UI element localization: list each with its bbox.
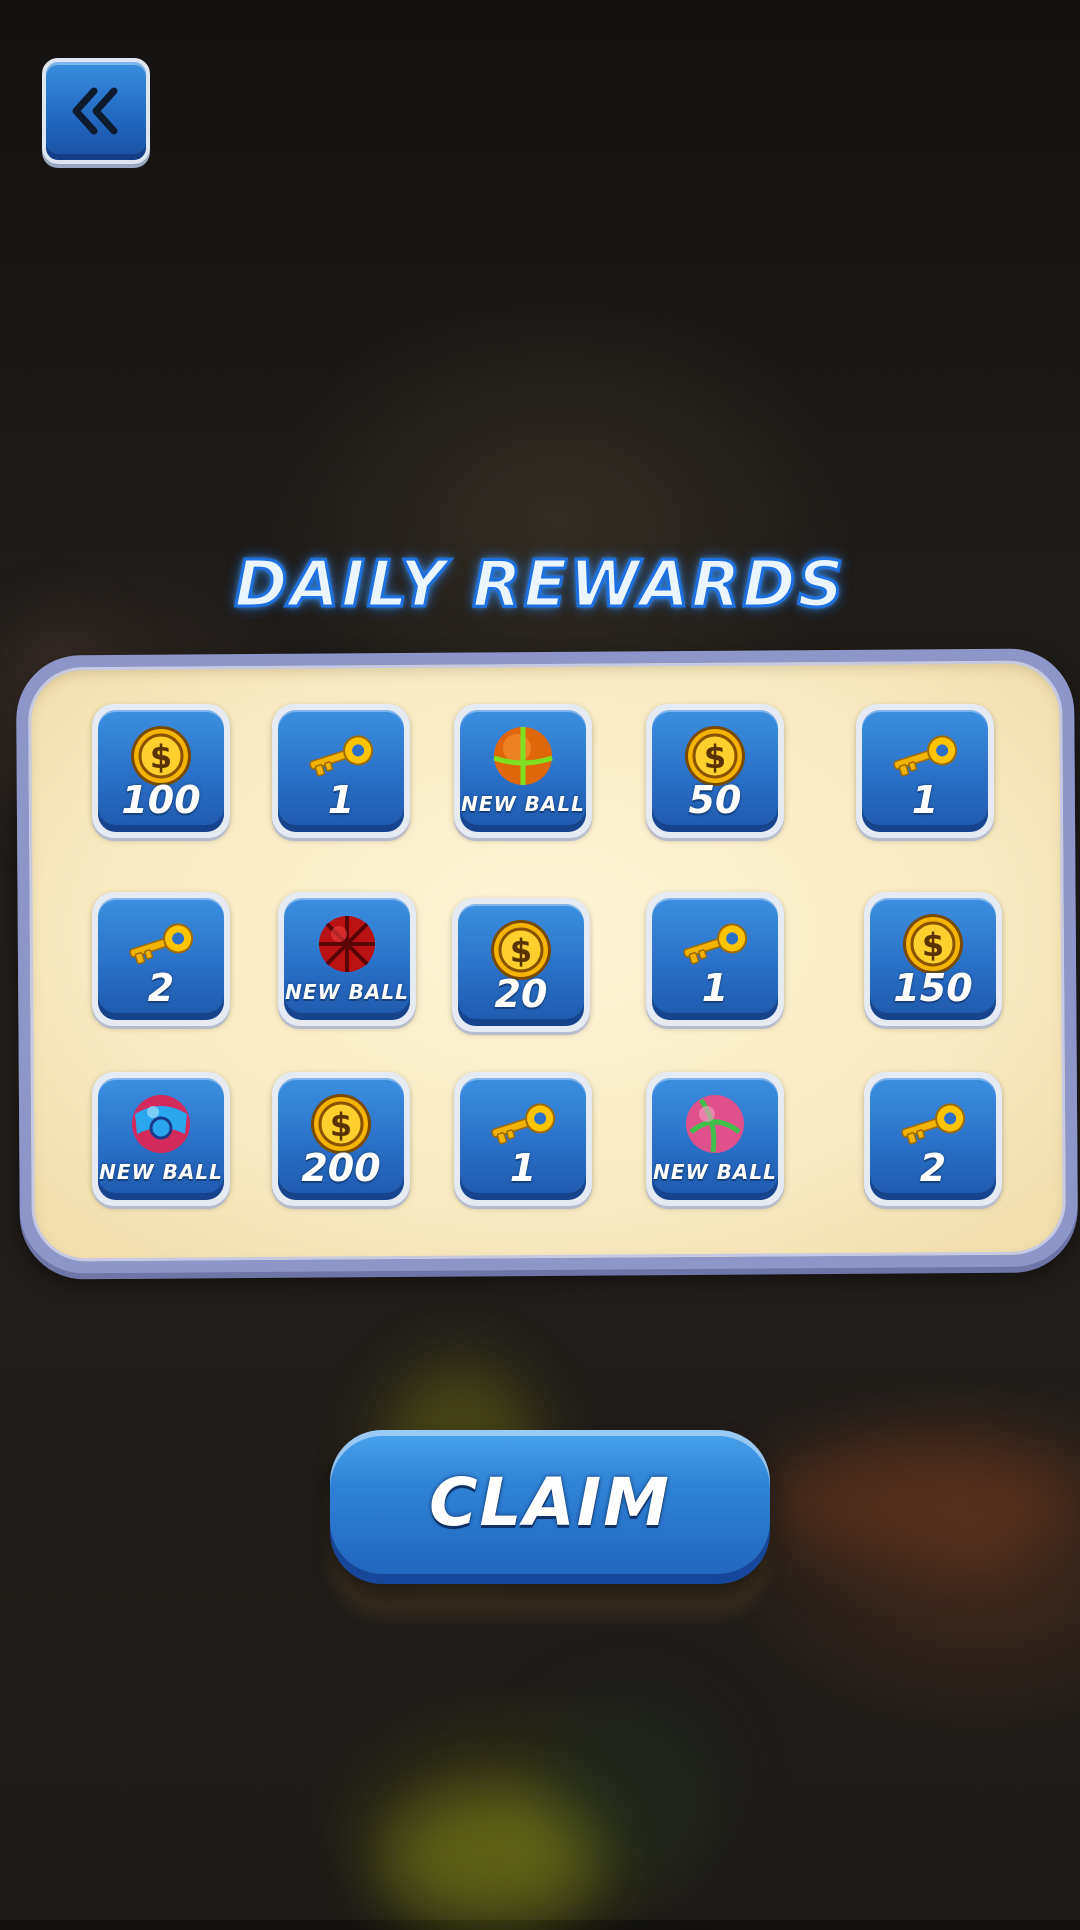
reward-label: NEW BALL [99, 1160, 223, 1184]
ball-blue-icon [98, 1090, 224, 1158]
reward-tile-face: $150 [870, 898, 996, 1020]
background-blob [760, 1440, 1080, 1560]
reward-tile[interactable]: $200 [272, 1072, 410, 1206]
reward-tile-face: NEW BALL [652, 1078, 778, 1200]
svg-text:$: $ [330, 1106, 352, 1144]
reward-label: 1 [911, 778, 939, 822]
reward-label: 100 [121, 778, 201, 822]
reward-tile-face: 1 [278, 710, 404, 832]
reward-label: 150 [893, 966, 973, 1010]
reward-tile[interactable]: NEW BALL [646, 1072, 784, 1206]
reward-tile-face: 1 [652, 898, 778, 1020]
svg-text:$: $ [150, 738, 172, 776]
claim-button[interactable]: CLAIM [330, 1430, 770, 1574]
reward-tile[interactable]: $50 [646, 704, 784, 838]
reward-label: 50 [688, 778, 742, 822]
reward-tile[interactable]: 1 [272, 704, 410, 838]
ball-orange-icon [460, 722, 586, 790]
reward-label: 1 [509, 1146, 537, 1190]
svg-text:$: $ [704, 738, 726, 776]
reward-tile[interactable]: NEW BALL [278, 892, 416, 1026]
reward-label: 2 [147, 966, 175, 1010]
background-blob [380, 1790, 600, 1930]
page-title: DAILY REWARDS [233, 547, 846, 624]
reward-tile[interactable]: NEW BALL [92, 1072, 230, 1206]
reward-tile-face: NEW BALL [284, 898, 410, 1020]
double-chevron-left-icon [72, 87, 118, 135]
reward-tile-face: NEW BALL [98, 1078, 224, 1200]
reward-label: 20 [494, 972, 548, 1016]
reward-tile[interactable]: $150 [864, 892, 1002, 1026]
reward-tile[interactable]: NEW BALL [454, 704, 592, 838]
reward-label: 1 [327, 778, 355, 822]
reward-label: 1 [701, 966, 729, 1010]
reward-tile[interactable]: 1 [856, 704, 994, 838]
reward-label: NEW BALL [653, 1160, 777, 1184]
reward-tile-face: $200 [278, 1078, 404, 1200]
reward-label: 2 [919, 1146, 947, 1190]
reward-tile[interactable]: 1 [646, 892, 784, 1026]
reward-tile-face: $50 [652, 710, 778, 832]
reward-tile-face: NEW BALL [460, 710, 586, 832]
reward-label: 200 [301, 1146, 381, 1190]
reward-label: NEW BALL [285, 980, 409, 1004]
reward-tile-face: 1 [862, 710, 988, 832]
reward-tile[interactable]: 2 [92, 892, 230, 1026]
reward-label: NEW BALL [461, 792, 585, 816]
reward-tile[interactable]: 2 [864, 1072, 1002, 1206]
reward-tile-face: 2 [870, 1078, 996, 1200]
reward-tile-face: 1 [460, 1078, 586, 1200]
back-button[interactable] [42, 58, 150, 164]
reward-tile[interactable]: $20 [452, 898, 590, 1032]
svg-text:$: $ [510, 932, 532, 970]
svg-text:$: $ [922, 926, 944, 964]
reward-tile[interactable]: $100 [92, 704, 230, 838]
reward-tile-face: $100 [98, 710, 224, 832]
ball-pink-icon [652, 1090, 778, 1158]
reward-tile[interactable]: 1 [454, 1072, 592, 1206]
ball-red-icon [284, 910, 410, 978]
reward-tile-face: $20 [458, 904, 584, 1026]
claim-button-label: CLAIM [429, 1463, 671, 1541]
reward-tile-face: 2 [98, 898, 224, 1020]
